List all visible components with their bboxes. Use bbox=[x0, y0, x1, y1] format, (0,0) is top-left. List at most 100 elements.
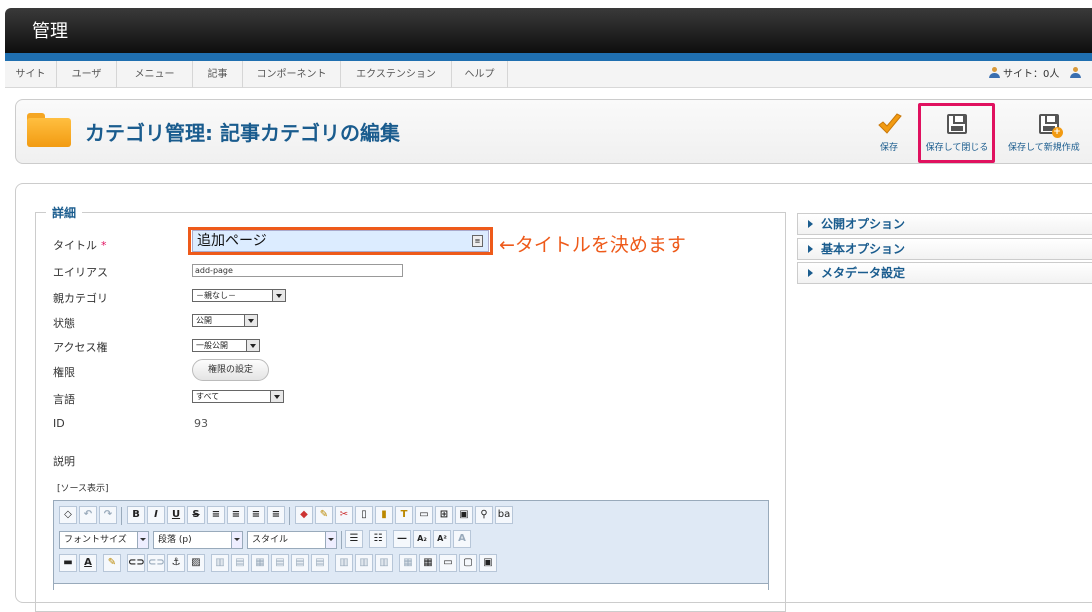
chevron-down-icon bbox=[246, 340, 259, 351]
menu-item-components[interactable]: コンポーネント bbox=[243, 61, 341, 88]
menu-item-extensions[interactable]: エクステンション bbox=[341, 61, 452, 88]
insert-row-before-icon[interactable]: ▤ bbox=[271, 554, 289, 572]
table-icon[interactable]: ▦ bbox=[419, 554, 437, 572]
replace-icon[interactable]: ba bbox=[495, 506, 513, 524]
access-select[interactable]: 一般公開 bbox=[192, 339, 260, 352]
align-center-icon[interactable]: ≡ bbox=[247, 506, 265, 524]
language-select[interactable]: すべて bbox=[192, 390, 284, 403]
find-icon[interactable]: ⚲ bbox=[475, 506, 493, 524]
header-accent-bar bbox=[5, 53, 1092, 61]
source-code-icon[interactable]: ◇ bbox=[59, 506, 77, 524]
paste-icon[interactable]: ▮ bbox=[375, 506, 393, 524]
chevron-down-icon bbox=[231, 532, 242, 548]
chevron-down-icon bbox=[272, 290, 285, 301]
insert-row-after-icon[interactable]: ▤ bbox=[291, 554, 309, 572]
floppy-disk-plus-icon: + bbox=[1038, 114, 1063, 138]
triangle-right-icon bbox=[808, 269, 813, 277]
delete-row-icon[interactable]: ▤ bbox=[311, 554, 329, 572]
menu-item-help[interactable]: ヘルプ bbox=[452, 61, 508, 88]
table-row-props-icon[interactable]: ▤ bbox=[231, 554, 249, 572]
align-full-icon[interactable]: ≡ bbox=[207, 506, 225, 524]
insert-col-after-icon[interactable]: ▥ bbox=[355, 554, 373, 572]
paste-word-icon[interactable]: ▭ bbox=[415, 506, 433, 524]
triangle-right-icon bbox=[808, 220, 813, 228]
details-legend: 詳細 bbox=[46, 204, 83, 221]
panel-metadata-settings[interactable]: メタデータ設定 bbox=[797, 262, 1092, 284]
id-label: ID bbox=[53, 417, 65, 430]
parent-label: 親カテゴリ bbox=[53, 292, 108, 305]
panel-basic-options[interactable]: 基本オプション bbox=[797, 238, 1092, 260]
bullet-list-icon[interactable]: ☷ bbox=[369, 530, 387, 548]
state-select-value: 公開 bbox=[196, 316, 212, 325]
parent-select-value: －親なし－ bbox=[196, 291, 236, 300]
menu-item-menus[interactable]: メニュー bbox=[117, 61, 193, 88]
anchor-icon[interactable]: ⚓ bbox=[167, 554, 185, 572]
panel-publishing-options[interactable]: 公開オプション bbox=[797, 213, 1092, 235]
paste-text-icon[interactable]: T bbox=[395, 506, 413, 524]
alias-input[interactable]: add-page bbox=[192, 264, 403, 277]
save-button[interactable]: 保存 bbox=[866, 108, 912, 158]
menu-item-users[interactable]: ユーザ bbox=[57, 61, 117, 88]
save-new-button[interactable]: + 保存して新規作成 bbox=[1005, 108, 1092, 158]
language-select-value: すべて bbox=[196, 392, 220, 401]
ordered-list-icon[interactable]: ☰ bbox=[345, 530, 363, 548]
style-dropdown[interactable]: スタイル bbox=[247, 531, 337, 549]
editor-toolbar-row-3: ▬ A ✎ ⊂⊃ ⊂⊃ ⚓ ▨ ▥ ▤ ▦ ▤ ▤ ▤ ▥ ▥ ▥ ▦ ▦ ▭ … bbox=[57, 552, 767, 574]
horizontal-rule-icon[interactable]: — bbox=[393, 530, 411, 548]
chevron-down-icon bbox=[325, 532, 336, 548]
menu-item-articles[interactable]: 記事 bbox=[193, 61, 243, 88]
subscript-icon[interactable]: A₂ bbox=[413, 530, 431, 548]
align-right-icon[interactable]: ≡ bbox=[267, 506, 285, 524]
main-menu: サイト ユーザ メニュー 記事 コンポーネント エクステンション ヘルプ サイト… bbox=[5, 61, 1092, 88]
format-dropdown[interactable]: 段落 (p) bbox=[153, 531, 243, 549]
toggle-source-link[interactable]: [ソース表示] bbox=[57, 481, 109, 494]
background-icon[interactable]: ▬ bbox=[59, 554, 77, 572]
cut-icon[interactable]: ✂ bbox=[335, 506, 353, 524]
folder-icon bbox=[27, 113, 71, 147]
align-left-icon[interactable]: ≡ bbox=[227, 506, 245, 524]
superscript-icon[interactable]: A² bbox=[433, 530, 451, 548]
user-icon bbox=[989, 67, 1000, 78]
undo-icon[interactable]: ↶ bbox=[79, 506, 97, 524]
state-select[interactable]: 公開 bbox=[192, 314, 258, 327]
split-cells-icon[interactable]: ▦ bbox=[399, 554, 417, 572]
underline-icon[interactable]: U bbox=[167, 506, 185, 524]
link-icon[interactable]: ⊂⊃ bbox=[127, 554, 145, 572]
menu-item-site[interactable]: サイト bbox=[5, 61, 57, 88]
image-icon[interactable]: ▨ bbox=[187, 554, 205, 572]
font-size-dropdown[interactable]: フォントサイズ bbox=[59, 531, 149, 549]
delete-col-icon[interactable]: ▥ bbox=[375, 554, 393, 572]
highlight-icon[interactable]: ✎ bbox=[103, 554, 121, 572]
header-title: 管理 bbox=[32, 21, 68, 42]
copy-icon[interactable]: ▯ bbox=[355, 506, 373, 524]
eraser-icon[interactable]: ◆ bbox=[295, 506, 313, 524]
cleanup-icon[interactable]: ✎ bbox=[315, 506, 333, 524]
cleanup-table-icon[interactable]: ▥ bbox=[211, 554, 229, 572]
access-label: アクセス権 bbox=[53, 341, 108, 354]
hr-icon[interactable]: ▭ bbox=[439, 554, 457, 572]
insert-col-before-icon[interactable]: ▥ bbox=[335, 554, 353, 572]
title-label: タイトル * bbox=[53, 239, 107, 252]
rich-text-editor: ◇ ↶ ↷ B I U S ≡ ≡ ≡ ≡ ◆ ✎ ✂ ▯ ▮ T ▭ ⊞ ▣ … bbox=[53, 500, 769, 591]
unlink-icon[interactable]: ⊂⊃ bbox=[147, 554, 165, 572]
italic-icon[interactable]: I bbox=[147, 506, 165, 524]
fullscreen-icon[interactable]: ▢ bbox=[459, 554, 477, 572]
text-shadow-icon[interactable]: A bbox=[453, 530, 471, 548]
admin-users-status bbox=[1070, 61, 1084, 88]
text-color-icon[interactable]: A bbox=[79, 554, 97, 572]
strikethrough-icon[interactable]: S bbox=[187, 506, 205, 524]
access-select-value: 一般公開 bbox=[196, 341, 228, 350]
site-visitors-text: サイト：0人 bbox=[1003, 69, 1060, 80]
title-highlight bbox=[188, 227, 493, 255]
alias-label: エイリアス bbox=[53, 266, 108, 279]
table-cell-props-icon[interactable]: ▦ bbox=[251, 554, 269, 572]
bold-icon[interactable]: B bbox=[127, 506, 145, 524]
id-value: 93 bbox=[194, 417, 208, 430]
required-marker: * bbox=[101, 239, 107, 252]
layer-icon[interactable]: ▣ bbox=[479, 554, 497, 572]
redo-icon[interactable]: ↷ bbox=[99, 506, 117, 524]
select-all-icon[interactable]: ⊞ bbox=[435, 506, 453, 524]
parent-select[interactable]: －親なし－ bbox=[192, 289, 286, 302]
insert-image-icon[interactable]: ▣ bbox=[455, 506, 473, 524]
set-permissions-button[interactable]: 権限の設定 bbox=[192, 359, 269, 381]
